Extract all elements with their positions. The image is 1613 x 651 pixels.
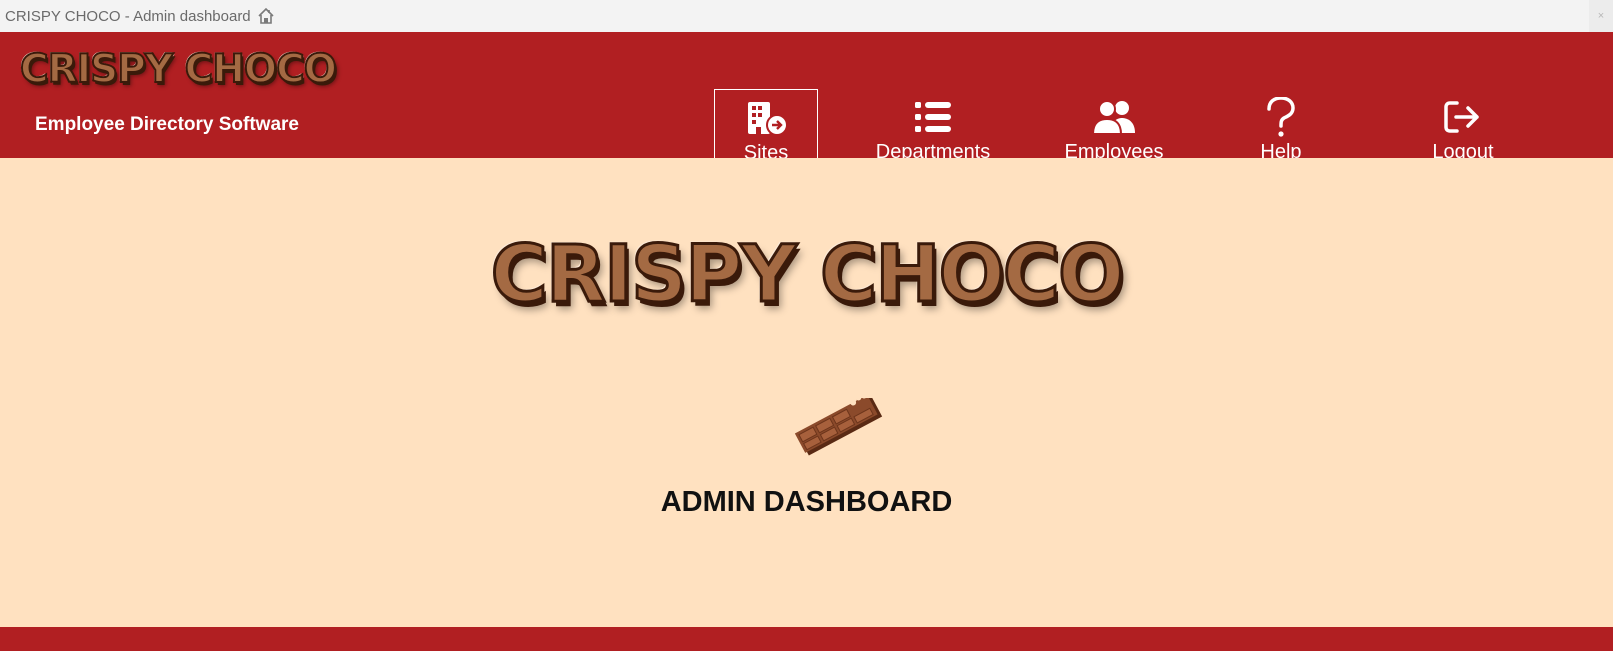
- nav-logout[interactable]: Logout: [1422, 89, 1504, 168]
- header-logo[interactable]: CRISPY CHOCO: [19, 49, 338, 90]
- nav-sites[interactable]: Sites: [714, 89, 818, 168]
- app-header: CRISPY CHOCO Employee Directory Software…: [0, 32, 1613, 168]
- window-title: CRISPY CHOCO - Admin dashboard: [5, 7, 251, 25]
- main-logo: CRISPY CHOCO: [489, 230, 1126, 320]
- app-footer: [0, 627, 1613, 651]
- window-titlebar: CRISPY CHOCO - Admin dashboard ×: [0, 0, 1613, 32]
- home-icon: [257, 7, 275, 25]
- chocolate-bar-icon: [791, 392, 887, 461]
- nav-help[interactable]: Help: [1246, 89, 1316, 168]
- main-nav: Sites Departments Employees Help Logout: [0, 89, 1613, 169]
- question-icon: [1264, 97, 1298, 137]
- nav-departments[interactable]: Departments: [870, 89, 996, 168]
- logout-icon: [1443, 97, 1483, 137]
- nav-employees[interactable]: Employees: [1058, 89, 1170, 168]
- main-content: CRISPY CHOCO: [0, 158, 1613, 627]
- building-arrow-icon: [744, 98, 788, 138]
- users-icon: [1091, 97, 1137, 137]
- page-title: ADMIN DASHBOARD: [660, 486, 953, 518]
- list-icon: [913, 97, 953, 137]
- window-close-button[interactable]: ×: [1589, 0, 1613, 32]
